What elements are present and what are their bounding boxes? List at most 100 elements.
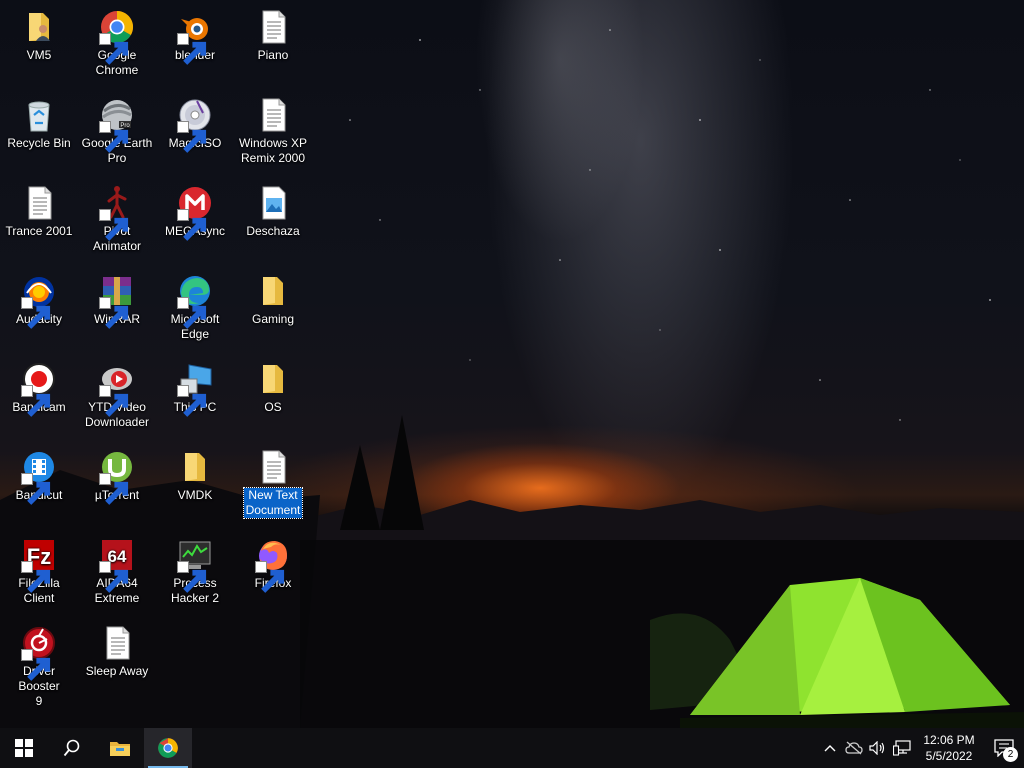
icon-vm5[interactable]: VM5 (0, 3, 78, 89)
shortcut-arrow-icon (99, 121, 129, 153)
icon-this-pc[interactable]: This PC (156, 355, 234, 441)
textdoc-icon (99, 625, 135, 661)
shortcut-arrow-icon (99, 209, 129, 241)
desktop-icon-label: Sleep Away (85, 664, 149, 678)
icon-megasync[interactable]: MEGAsync (156, 179, 234, 265)
thispc-icon (177, 361, 213, 417)
shortcut-arrow-icon (99, 297, 129, 329)
onedrive-tray-button[interactable] (842, 728, 866, 768)
folder-user-icon (21, 9, 57, 45)
mega-icon (177, 185, 213, 241)
shortcut-arrow-icon (177, 561, 207, 593)
network-icon (893, 740, 911, 756)
firefox-icon (255, 537, 291, 593)
action-center-button[interactable]: 2 (984, 728, 1024, 768)
folder-icon (255, 273, 291, 309)
ytd-icon (99, 361, 135, 417)
icon-bandicut[interactable]: Bandicut (0, 443, 78, 529)
file-explorer-button[interactable] (96, 728, 144, 768)
icon-aida64-extreme[interactable]: 64 AIDA64 Extreme (78, 531, 156, 617)
shortcut-arrow-icon (177, 297, 207, 329)
desktop-icon-label: OS (264, 400, 282, 414)
desktop-icon-label: Windows XP Remix 2000 (238, 136, 308, 165)
taskbar: 12:06 PM 5/5/2022 2 (0, 728, 1024, 768)
bandicut-icon (21, 449, 57, 505)
desktop-icon-label: Deschaza (246, 224, 300, 238)
icon-winrar[interactable]: WinRAR (78, 267, 156, 353)
notification-count-badge: 2 (1003, 747, 1018, 762)
icon-windows-xp-remix-2000[interactable]: Windows XP Remix 2000 (234, 91, 312, 177)
shortcut-arrow-icon (21, 649, 51, 681)
disc-icon (177, 97, 213, 153)
shortcut-arrow-icon (177, 33, 207, 65)
icon-recycle-bin[interactable]: Recycle Bin (0, 91, 78, 177)
shortcut-arrow-icon (99, 561, 129, 593)
imagedoc-icon (255, 185, 291, 221)
speaker-icon (869, 741, 885, 755)
shortcut-arrow-icon (99, 33, 129, 65)
icon-microsoft-edge[interactable]: Microsoft Edge (156, 267, 234, 353)
desktop-icon-label: VMDK (177, 488, 213, 502)
recycle-icon (21, 97, 57, 133)
clock-date: 5/5/2022 (925, 749, 973, 763)
icon-pivot-animator[interactable]: Pivot Animator (78, 179, 156, 265)
textdoc-icon (255, 9, 291, 45)
icon-deschaza[interactable]: Deschaza (234, 179, 312, 265)
cloud-offline-icon (845, 741, 863, 755)
search-button[interactable] (48, 728, 96, 768)
icon-google-earth-pro[interactable]: Pro Google Earth Pro (78, 91, 156, 177)
icon-process-hacker-2[interactable]: Process Hacker 2 (156, 531, 234, 617)
pivot-icon (99, 185, 135, 241)
icon-os[interactable]: OS (234, 355, 312, 441)
bandicam-icon (21, 361, 57, 417)
shortcut-arrow-icon (21, 561, 51, 593)
filezilla-icon: Fz (21, 537, 57, 593)
icon-magiciso[interactable]: MagicISO (156, 91, 234, 177)
icon-audacity[interactable]: Audacity (0, 267, 78, 353)
winrar-icon (99, 273, 135, 329)
folder-icon (255, 361, 291, 397)
start-button[interactable] (0, 728, 48, 768)
icon-sleep-away[interactable]: Sleep Away (78, 619, 156, 705)
icon-driver-booster-9[interactable]: Driver Booster 9 (0, 619, 78, 708)
driverbooster-icon (21, 625, 57, 681)
aida-icon: 64 (99, 537, 135, 593)
desktop-icon-label: Piano (257, 48, 289, 62)
desktop-icon-label: Recycle Bin (7, 136, 71, 150)
icon-piano[interactable]: Piano (234, 3, 312, 89)
show-hidden-icons-button[interactable] (818, 728, 842, 768)
taskbar-clock[interactable]: 12:06 PM 5/5/2022 (914, 732, 984, 764)
shortcut-arrow-icon (21, 297, 51, 329)
system-tray: 12:06 PM 5/5/2022 2 (818, 728, 1024, 768)
shortcut-arrow-icon (21, 385, 51, 417)
icon-new-text-document[interactable]: New Text Document (234, 443, 312, 529)
icon-blender[interactable]: blender (156, 3, 234, 89)
prochacker-icon (177, 537, 213, 593)
shortcut-arrow-icon (177, 121, 207, 153)
desktop-icon-label: Gaming (251, 312, 295, 326)
earth-icon: Pro (99, 97, 135, 153)
clock-time: 12:06 PM (923, 733, 975, 747)
search-icon (63, 739, 80, 757)
icon-vmdk[interactable]: VMDK (156, 443, 234, 529)
icon-bandicam[interactable]: Bandicam (0, 355, 78, 441)
shortcut-arrow-icon (255, 561, 285, 593)
utorrent-icon (99, 449, 135, 505)
textdoc-icon (255, 97, 291, 133)
icon-gaming[interactable]: Gaming (234, 267, 312, 353)
icon-filezilla-client[interactable]: Fz FileZilla Client (0, 531, 78, 617)
desktop-icon-label: New Text Document (242, 487, 304, 519)
icon-firefox[interactable]: Firefox (234, 531, 312, 617)
chevron-up-icon (824, 745, 836, 752)
desktop-icon-label: VM5 (26, 48, 52, 62)
chrome-taskbar-button[interactable] (144, 728, 192, 768)
shortcut-arrow-icon (177, 209, 207, 241)
icon-google-chrome[interactable]: Google Chrome (78, 3, 156, 89)
icon-utorrent[interactable]: µTorrent (78, 443, 156, 529)
windows-logo-icon (15, 739, 33, 757)
icon-ytd-video-downloader[interactable]: YTD Video Downloader (78, 355, 156, 441)
edge-icon (177, 273, 213, 329)
network-tray-button[interactable] (890, 728, 914, 768)
volume-tray-button[interactable] (866, 728, 890, 768)
icon-trance-2001[interactable]: Trance 2001 (0, 179, 78, 265)
